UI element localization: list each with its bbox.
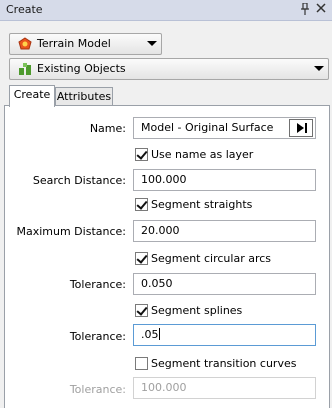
terrain-model-icon <box>18 37 32 54</box>
maximum-distance-value: 20.000 <box>141 224 180 237</box>
spline-tolerance-label: Tolerance: <box>69 330 126 343</box>
search-distance-field[interactable]: 100.000 <box>133 169 316 191</box>
window-title: Create <box>6 3 43 16</box>
terrain-model-dropdown[interactable]: Terrain Model <box>9 33 162 55</box>
existing-objects-dropdown[interactable]: Existing Objects <box>9 58 329 80</box>
use-name-as-layer-label: Use name as layer <box>151 148 254 161</box>
spline-tolerance-value: .05 <box>141 328 159 341</box>
close-icon[interactable] <box>314 3 328 17</box>
arc-tolerance-value: 0.050 <box>141 277 173 290</box>
use-name-as-layer-checkbox[interactable] <box>135 148 148 161</box>
spline-tolerance-field[interactable]: .05 <box>133 324 316 346</box>
tab-attributes[interactable]: Attributes <box>55 87 113 107</box>
transition-tolerance-field[interactable]: 100.000 <box>133 377 316 399</box>
maximum-distance-label: Maximum Distance: <box>16 225 126 238</box>
chevron-down-icon <box>147 41 157 46</box>
name-label: Name: <box>89 122 126 135</box>
segment-transition-curves-label: Segment transition curves <box>151 357 297 370</box>
arc-tolerance-field[interactable]: 0.050 <box>133 273 316 295</box>
segment-circular-arcs-label: Segment circular arcs <box>151 252 272 265</box>
maximum-distance-field[interactable]: 20.000 <box>133 220 316 242</box>
pick-name-button[interactable] <box>289 119 313 137</box>
pin-icon[interactable] <box>298 2 312 17</box>
segment-circular-arcs-checkbox[interactable] <box>135 252 148 265</box>
segment-straights-checkbox[interactable] <box>135 198 148 211</box>
play-next-icon <box>297 123 307 133</box>
arc-tolerance-label: Tolerance: <box>69 278 126 291</box>
segment-transition-curves-checkbox[interactable] <box>135 357 148 370</box>
transition-tolerance-label: Tolerance: <box>69 383 126 396</box>
existing-objects-icon <box>18 62 32 79</box>
transition-tolerance-value: 100.000 <box>141 381 187 394</box>
segment-splines-checkbox[interactable] <box>135 304 148 317</box>
search-distance-value: 100.000 <box>141 173 187 186</box>
segment-straights-label: Segment straights <box>151 198 253 211</box>
terrain-model-label: Terrain Model <box>37 37 111 50</box>
existing-objects-label: Existing Objects <box>37 62 126 75</box>
segment-splines-label: Segment splines <box>151 304 243 317</box>
chevron-down-icon <box>314 66 324 71</box>
tab-create[interactable]: Create <box>9 85 55 107</box>
name-value: Model - Original Surface <box>141 121 274 134</box>
search-distance-label: Search Distance: <box>32 174 126 187</box>
text-cursor <box>158 328 160 340</box>
title-bar <box>0 0 332 21</box>
